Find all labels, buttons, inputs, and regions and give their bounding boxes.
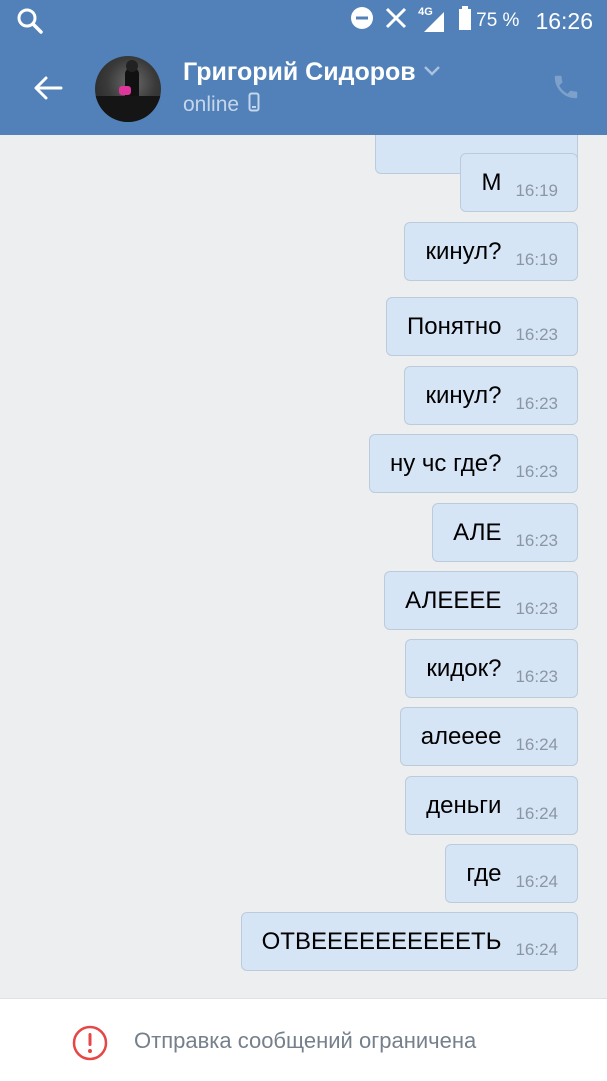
message-list[interactable]: М 16:19 кинул? 16:19 Понятно 16:23 кинул… [0, 135, 607, 998]
message-bubble[interactable]: АЛЕЕЕЕ 16:23 [384, 571, 578, 630]
exclamation-circle-icon [72, 1025, 108, 1066]
message-time: 16:23 [515, 393, 558, 413]
message-bubble[interactable]: кинул? 16:23 [404, 366, 578, 425]
mobile-phone-icon [248, 92, 260, 118]
message-text: кинул? [425, 381, 502, 409]
message-bubble[interactable]: деньги 16:24 [405, 776, 578, 835]
battery-icon [458, 6, 472, 36]
message-text: ОТВЕЕЕЕЕЕЕЕЕЕТЬ [261, 927, 502, 955]
message-time: 16:23 [515, 324, 558, 344]
message-time: 16:24 [515, 871, 558, 891]
message-bubble[interactable]: АЛЕ 16:23 [432, 503, 578, 562]
status-icons: 4G 75 % 16:26 [350, 0, 593, 42]
avatar[interactable] [95, 56, 161, 122]
phone-call-icon[interactable] [551, 72, 581, 107]
app-header: 4G 75 % 16:26 Григорий Сидоров online [0, 0, 607, 135]
message-bubble[interactable]: где 16:24 [445, 844, 578, 903]
message-bubble[interactable]: ну чс где? 16:23 [368, 434, 578, 493]
back-arrow-icon[interactable] [30, 70, 66, 106]
message-time: 16:24 [515, 939, 558, 959]
message-text: Понятно [407, 312, 502, 340]
message-time: 16:23 [515, 530, 558, 550]
message-text: алееее [420, 722, 502, 750]
message-bubble[interactable]: кидок? 16:23 [405, 639, 578, 698]
message-text: ну чс где? [389, 449, 502, 477]
contact-status: online [183, 92, 260, 118]
message-time: 16:19 [515, 180, 558, 200]
message-bubble[interactable]: алееее 16:24 [399, 707, 578, 766]
restriction-message: Отправка сообщений ограничена [134, 1028, 477, 1053]
contact-name[interactable]: Григорий Сидоров [183, 58, 416, 87]
message-time: 16:19 [515, 249, 558, 269]
status-time: 16:26 [535, 7, 593, 34]
message-time: 16:23 [515, 598, 558, 618]
chevron-down-icon[interactable] [423, 64, 441, 82]
restriction-bar: Отправка сообщений ограничена [0, 998, 607, 1081]
message-bubble[interactable]: М 16:19 [460, 153, 578, 212]
signal-icon: 4G [418, 6, 448, 34]
message-bubble[interactable]: кинул? 16:19 [404, 222, 578, 281]
message-text: кинул? [425, 237, 502, 265]
message-text: где [466, 859, 502, 887]
message-time: 16:23 [515, 666, 558, 686]
message-text: М [481, 168, 502, 196]
message-text: деньги [426, 791, 502, 819]
message-time: 16:24 [515, 734, 558, 754]
status-bar: 4G 75 % 16:26 [0, 0, 607, 42]
do-not-disturb-icon [350, 6, 374, 36]
message-time: 16:23 [515, 461, 558, 481]
message-text: АЛЕЕЕЕ [405, 586, 502, 614]
search-icon[interactable] [16, 0, 44, 42]
message-bubble[interactable]: ОТВЕЕЕЕЕЕЕЕЕЕТЬ 16:24 [240, 912, 578, 971]
chat-toolbar: Григорий Сидоров online [0, 42, 607, 135]
x-icon [384, 6, 408, 36]
message-text: АЛЕ [453, 518, 502, 546]
battery-percent: 75 % [476, 10, 520, 31]
message-bubble[interactable]: Понятно 16:23 [386, 297, 578, 356]
message-time: 16:24 [515, 803, 558, 823]
message-text: кидок? [426, 654, 502, 682]
